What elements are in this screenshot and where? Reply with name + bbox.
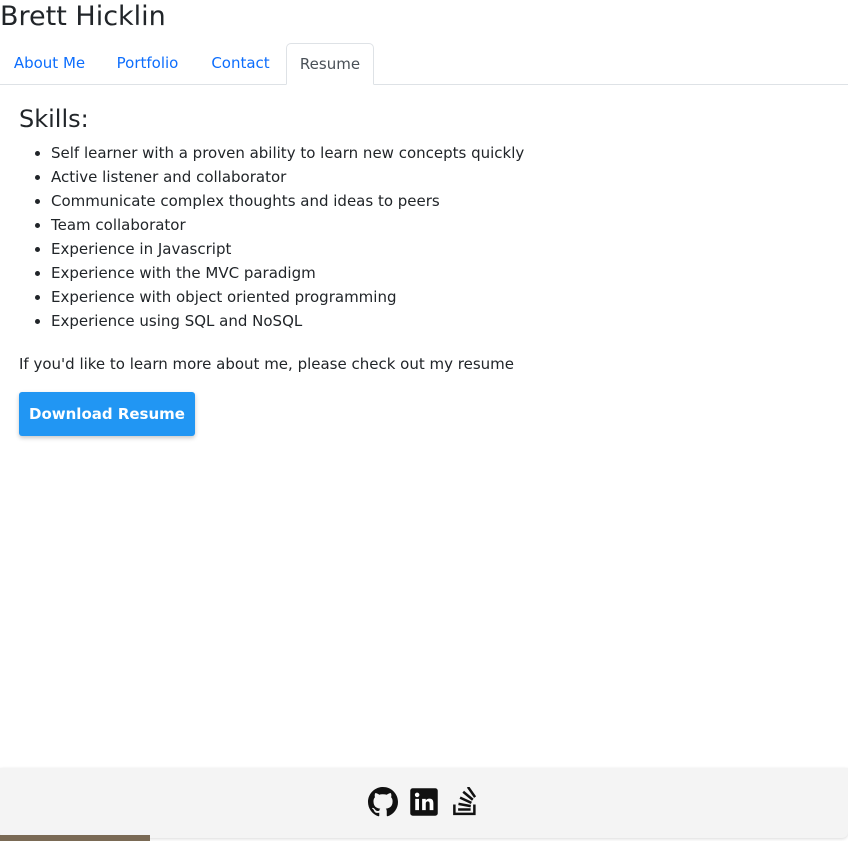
resume-intro-text: If you'd like to learn more about me, pl… [19, 355, 514, 373]
footer [0, 768, 848, 838]
resume-section: Skills: Self learner with a proven abili… [19, 100, 819, 333]
skills-heading: Skills: [19, 105, 89, 133]
github-icon[interactable] [368, 787, 398, 817]
skill-item: Experience using SQL and NoSQL [51, 309, 819, 333]
nav-tabs: About Me Portfolio Contact Resume [0, 43, 848, 85]
skills-list: Self learner with a proven ability to le… [19, 141, 819, 333]
social-links [368, 787, 480, 819]
skill-item: Team collaborator [51, 213, 819, 237]
tab-contact[interactable]: Contact [196, 43, 285, 85]
tab-resume[interactable]: Resume [286, 43, 374, 85]
site-title: Brett Hicklin [0, 1, 166, 32]
skill-item: Self learner with a proven ability to le… [51, 141, 819, 165]
skill-item: Experience in Javascript [51, 237, 819, 261]
stack-overflow-icon[interactable] [450, 787, 480, 817]
skill-item: Experience with object oriented programm… [51, 285, 819, 309]
tab-about-me[interactable]: About Me [0, 43, 99, 85]
background-image-strip [0, 835, 150, 841]
skill-item: Active listener and collaborator [51, 165, 819, 189]
download-resume-button[interactable]: Download Resume [19, 392, 195, 436]
tab-portfolio[interactable]: Portfolio [99, 43, 196, 85]
skill-item: Experience with the MVC paradigm [51, 261, 819, 285]
linkedin-icon[interactable] [409, 787, 439, 817]
skill-item: Communicate complex thoughts and ideas t… [51, 189, 819, 213]
page: Brett Hicklin About Me Portfolio Contact… [0, 0, 848, 841]
